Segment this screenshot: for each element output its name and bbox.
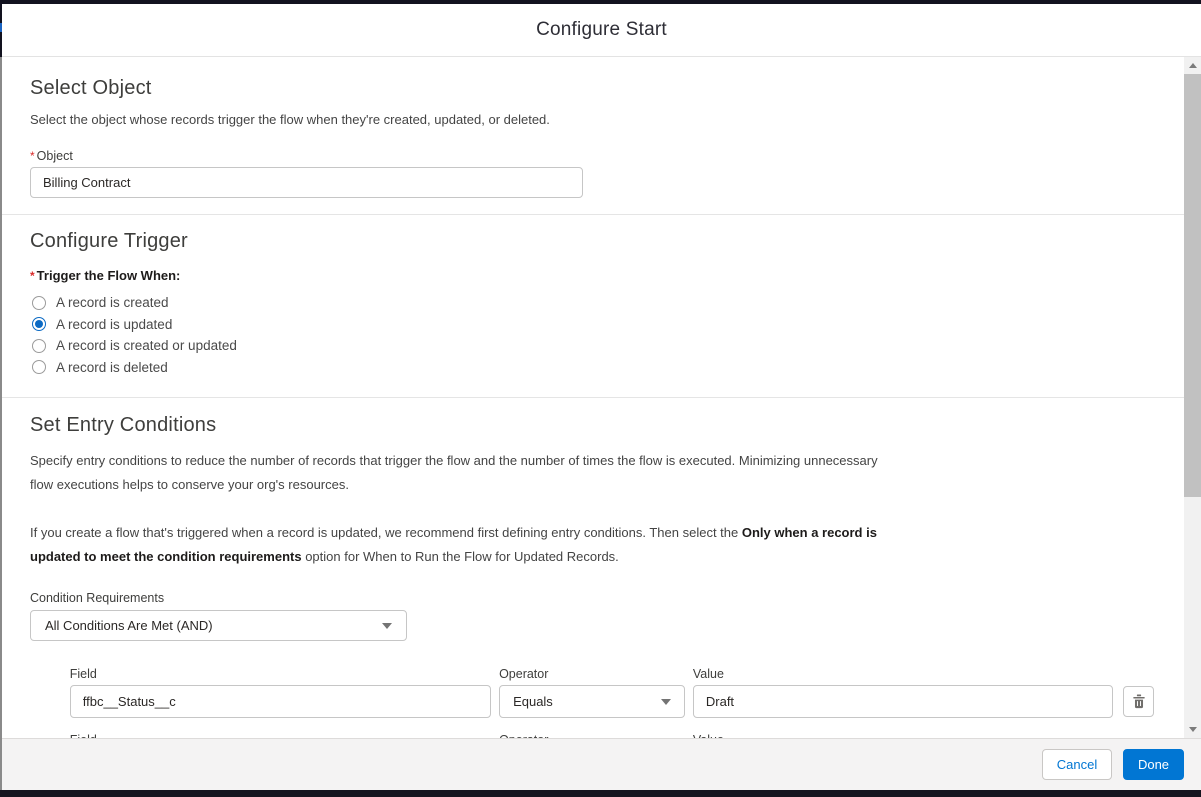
field-label: Field: [69, 667, 97, 681]
modal-footer: Cancel Done: [2, 738, 1201, 790]
modal-title: Configure Start: [536, 19, 667, 40]
modal-body: Select Object Select the object whose re…: [2, 57, 1184, 738]
scroll-up-button[interactable]: [1184, 57, 1201, 74]
radio-record-created[interactable]: A record is created: [30, 292, 1154, 314]
section-configure-trigger: Configure Trigger * Trigger the Flow When…: [2, 215, 1184, 398]
radio-record-deleted[interactable]: A record is deleted: [30, 357, 1154, 379]
entry-conditions-description-1: Specify entry conditions to reduce the n…: [30, 453, 878, 492]
radio-record-created-or-updated[interactable]: A record is created or updated: [30, 335, 1154, 357]
object-field-label: * Object: [30, 149, 73, 163]
radio-label: A record is created or updated: [56, 338, 237, 354]
condition-row: Field Operator Equals Value: [30, 667, 1154, 718]
trigger-radio-group: A record is created A record is updated …: [30, 292, 1154, 378]
operator-value: Equals: [513, 694, 553, 709]
window-bottom-edge: [0, 790, 1201, 797]
radio-icon[interactable]: [32, 360, 46, 375]
scroll-down-button[interactable]: [1184, 721, 1201, 738]
radio-icon[interactable]: [32, 295, 46, 310]
modal-header: Configure Start: [2, 4, 1201, 57]
value-label: Value: [692, 667, 724, 681]
arrow-up-icon: [1188, 63, 1197, 68]
trash-icon: [1132, 694, 1145, 709]
required-asterisk: *: [30, 269, 35, 283]
done-button[interactable]: Done: [1123, 749, 1184, 780]
scrollbar-thumb[interactable]: [1184, 74, 1201, 497]
section-select-object: Select Object Select the object whose re…: [2, 57, 1184, 215]
radio-label: A record is deleted: [56, 359, 168, 375]
condition-field-input[interactable]: [69, 685, 492, 718]
radio-checked-icon[interactable]: [32, 317, 46, 332]
configure-trigger-heading: Configure Trigger: [30, 230, 188, 252]
radio-record-updated[interactable]: A record is updated: [30, 314, 1154, 336]
arrow-down-icon: [1188, 727, 1197, 732]
trigger-when-label: * Trigger the Flow When:: [30, 268, 181, 283]
select-object-description: Select the object whose records trigger …: [30, 112, 550, 127]
delete-condition-button[interactable]: [1123, 686, 1154, 717]
chevron-down-icon: [382, 622, 392, 629]
cancel-button[interactable]: Cancel: [1042, 749, 1112, 780]
entry-conditions-description-2: If you create a flow that's triggered wh…: [30, 525, 877, 564]
condition-value-input[interactable]: [692, 685, 1114, 718]
radio-label: A record is created: [56, 295, 169, 311]
object-input[interactable]: [30, 167, 583, 198]
chevron-down-icon: [660, 698, 671, 705]
condition-requirements-select[interactable]: All Conditions Are Met (AND): [30, 610, 407, 641]
required-asterisk: *: [30, 149, 35, 163]
entry-conditions-heading: Set Entry Conditions: [30, 414, 217, 436]
and-spacer: [30, 709, 70, 718]
operator-label: Operator: [499, 667, 549, 681]
condition-requirements-value: All Conditions Are Met (AND): [45, 618, 213, 633]
conditions-list: Field Operator Equals Value: [30, 667, 1154, 738]
condition-operator-select[interactable]: Equals: [499, 685, 685, 718]
condition-requirements-label: Condition Requirements: [30, 591, 165, 605]
radio-label: A record is updated: [56, 316, 173, 332]
radio-icon[interactable]: [32, 338, 46, 353]
vertical-scrollbar[interactable]: [1184, 57, 1201, 738]
section-entry-conditions: Set Entry Conditions Specify entry condi…: [2, 398, 1184, 738]
select-object-heading: Select Object: [30, 77, 152, 99]
